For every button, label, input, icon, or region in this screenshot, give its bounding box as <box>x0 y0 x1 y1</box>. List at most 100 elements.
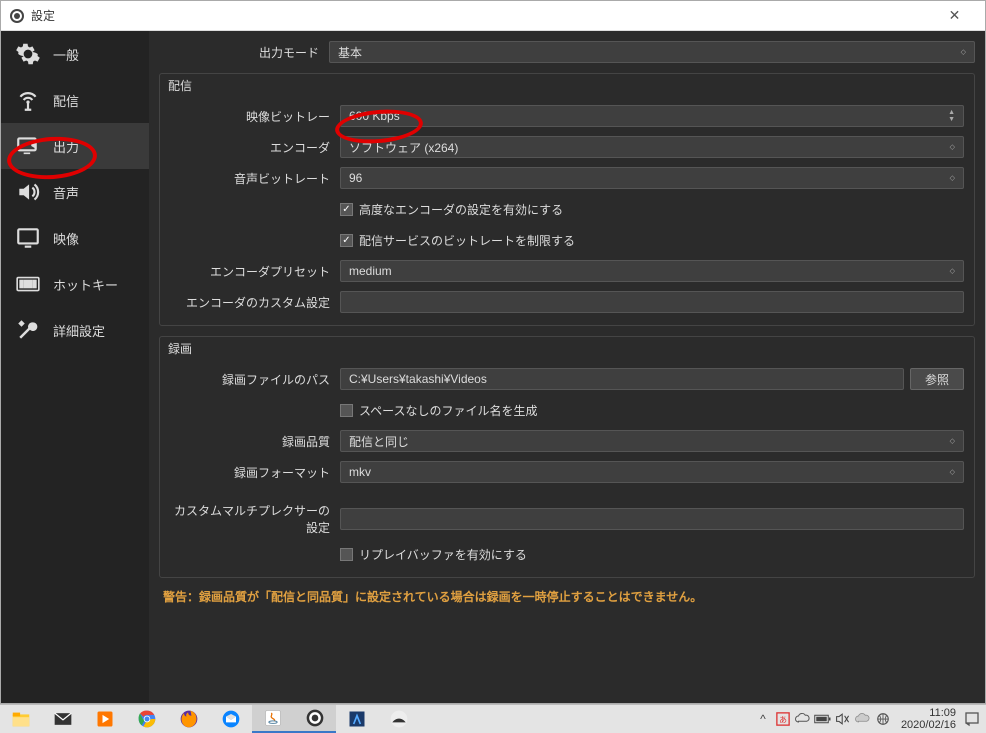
tray-volume-icon[interactable] <box>833 705 853 733</box>
sidebar: 一般 配信 出力 音声 <box>1 31 149 703</box>
replay-buffer-checkbox-label: リプレイバッファを有効にする <box>359 546 527 563</box>
output-mode-value: 基本 <box>338 44 362 61</box>
gear-icon <box>15 41 41 67</box>
warning-text: 警告：録画品質が「配信と同品質」に設定されている場合は録画を一時停止することはで… <box>163 588 971 605</box>
sidebar-item-label: 出力 <box>53 137 79 156</box>
keyboard-icon <box>15 271 41 297</box>
taskbar-mail[interactable] <box>42 705 84 733</box>
record-group: 録画 録画ファイルのパス C:¥Users¥takashi¥Videos 参照 <box>159 336 975 578</box>
sidebar-item-stream[interactable]: 配信 <box>1 77 149 123</box>
taskbar-thunderbird[interactable] <box>210 705 252 733</box>
sidebar-item-hotkeys[interactable]: ホットキー <box>1 261 149 307</box>
tray-battery-icon[interactable] <box>813 705 833 733</box>
obs-icon <box>9 8 25 24</box>
custom-enc-label: エンコーダのカスタム設定 <box>170 294 340 311</box>
settings-window: 設定 ✕ 一般 配信 出力 <box>0 0 986 704</box>
record-format-select[interactable]: mkv ◇ <box>340 461 964 483</box>
video-bitrate-label: 映像ビットレー <box>170 108 340 125</box>
chevron-icon: ◇ <box>950 469 955 476</box>
record-path-value: C:¥Users¥takashi¥Videos <box>349 372 487 386</box>
checkbox-unchecked-icon <box>340 548 353 561</box>
taskbar-media[interactable] <box>84 705 126 733</box>
taskbar-chrome[interactable] <box>126 705 168 733</box>
sidebar-item-label: 詳細設定 <box>53 321 105 340</box>
explorer-icon <box>9 707 33 731</box>
app-icon <box>345 707 369 731</box>
chevron-icon: ◇ <box>950 438 955 445</box>
media-icon <box>93 707 117 731</box>
thunderbird-icon <box>219 707 243 731</box>
sidebar-item-label: 音声 <box>53 183 79 202</box>
record-format-value: mkv <box>349 465 371 479</box>
sidebar-item-label: 配信 <box>53 91 79 110</box>
mux-label: カスタムマルチプレクサーの設定 <box>170 502 340 536</box>
speaker-icon <box>15 179 41 205</box>
video-bitrate-spin[interactable]: 600 Kbps ▲▼ <box>340 105 964 127</box>
close-button[interactable]: ✕ <box>932 1 977 30</box>
clock-time: 11:09 <box>901 707 956 719</box>
record-quality-value: 配信と同じ <box>349 433 409 450</box>
checkbox-unchecked-icon <box>340 404 353 417</box>
record-format-label: 録画フォーマット <box>170 464 340 481</box>
mux-input[interactable] <box>340 508 964 530</box>
chrome-icon <box>135 707 159 731</box>
sidebar-item-advanced[interactable]: 詳細設定 <box>1 307 149 353</box>
record-quality-select[interactable]: 配信と同じ ◇ <box>340 430 964 452</box>
antenna-icon <box>15 87 41 113</box>
advanced-encoder-checkbox[interactable]: ✓ 高度なエンコーダの設定を有効にする <box>340 199 563 220</box>
nospace-checkbox[interactable]: スペースなしのファイル名を生成 <box>340 400 538 421</box>
svg-text:あ: あ <box>779 716 787 725</box>
sidebar-item-label: 映像 <box>53 229 79 248</box>
taskbar-app1[interactable] <box>336 705 378 733</box>
limit-bitrate-checkbox-label: 配信サービスのビットレートを制限する <box>359 232 575 249</box>
advanced-encoder-checkbox-label: 高度なエンコーダの設定を有効にする <box>359 201 563 218</box>
replay-buffer-checkbox[interactable]: リプレイバッファを有効にする <box>340 544 527 565</box>
taskbar-java[interactable] <box>252 705 294 733</box>
output-mode-select[interactable]: 基本 ◇ <box>329 41 975 63</box>
encoder-select[interactable]: ソフトウェア (x264) ◇ <box>340 136 964 158</box>
sidebar-item-label: ホットキー <box>53 275 118 294</box>
stream-group-title: 配信 <box>160 74 974 97</box>
window-title: 設定 <box>31 7 932 24</box>
taskbar-obs[interactable] <box>294 705 336 733</box>
sidebar-item-output[interactable]: 出力 <box>1 123 149 169</box>
tray-chevron-icon[interactable]: ^ <box>753 705 773 733</box>
custom-enc-input[interactable] <box>340 291 964 313</box>
stream-group: 配信 映像ビットレー 600 Kbps ▲▼ エンコーダ <box>159 73 975 326</box>
audio-bitrate-label: 音声ビットレート <box>170 170 340 187</box>
record-path-input[interactable]: C:¥Users¥takashi¥Videos <box>340 368 904 390</box>
audio-bitrate-select[interactable]: 96 ◇ <box>340 167 964 189</box>
tools-icon <box>15 317 41 343</box>
output-icon <box>15 133 41 159</box>
spinner-arrows-icon: ▲▼ <box>948 109 955 123</box>
video-bitrate-value: 600 Kbps <box>349 109 400 123</box>
monitor-icon <box>15 225 41 251</box>
output-mode-label: 出力モード <box>159 44 329 61</box>
taskbar-explorer[interactable] <box>0 705 42 733</box>
chevron-icon: ◇ <box>961 49 966 56</box>
tray-onedrive-icon[interactable] <box>793 705 813 733</box>
taskbar-app2[interactable] <box>378 705 420 733</box>
taskbar-clock[interactable]: 11:09 2020/02/16 <box>893 707 962 731</box>
tray-ime-icon[interactable]: あ <box>773 705 793 733</box>
sidebar-item-audio[interactable]: 音声 <box>1 169 149 215</box>
limit-bitrate-checkbox[interactable]: ✓ 配信サービスのビットレートを制限する <box>340 230 575 251</box>
chevron-icon: ◇ <box>950 144 955 151</box>
chevron-icon: ◇ <box>950 268 955 275</box>
tray-cloud-icon[interactable] <box>853 705 873 733</box>
sidebar-item-general[interactable]: 一般 <box>1 31 149 77</box>
taskbar-firefox[interactable] <box>168 705 210 733</box>
tray-network-icon[interactable] <box>873 705 893 733</box>
record-path-label: 録画ファイルのパス <box>170 371 340 388</box>
encoder-label: エンコーダ <box>170 139 340 156</box>
encoder-value: ソフトウェア (x264) <box>349 139 458 156</box>
preset-select[interactable]: medium ◇ <box>340 260 964 282</box>
sidebar-item-video[interactable]: 映像 <box>1 215 149 261</box>
audio-bitrate-value: 96 <box>349 171 362 185</box>
nospace-checkbox-label: スペースなしのファイル名を生成 <box>359 402 538 419</box>
taskbar-notifications[interactable] <box>962 705 982 733</box>
main-panel: 出力モード 基本 ◇ 配信 映像ビットレー 600 Kbps <box>149 31 985 703</box>
browse-button[interactable]: 参照 <box>910 368 964 390</box>
chevron-icon: ◇ <box>950 175 955 182</box>
clock-date: 2020/02/16 <box>901 719 956 731</box>
